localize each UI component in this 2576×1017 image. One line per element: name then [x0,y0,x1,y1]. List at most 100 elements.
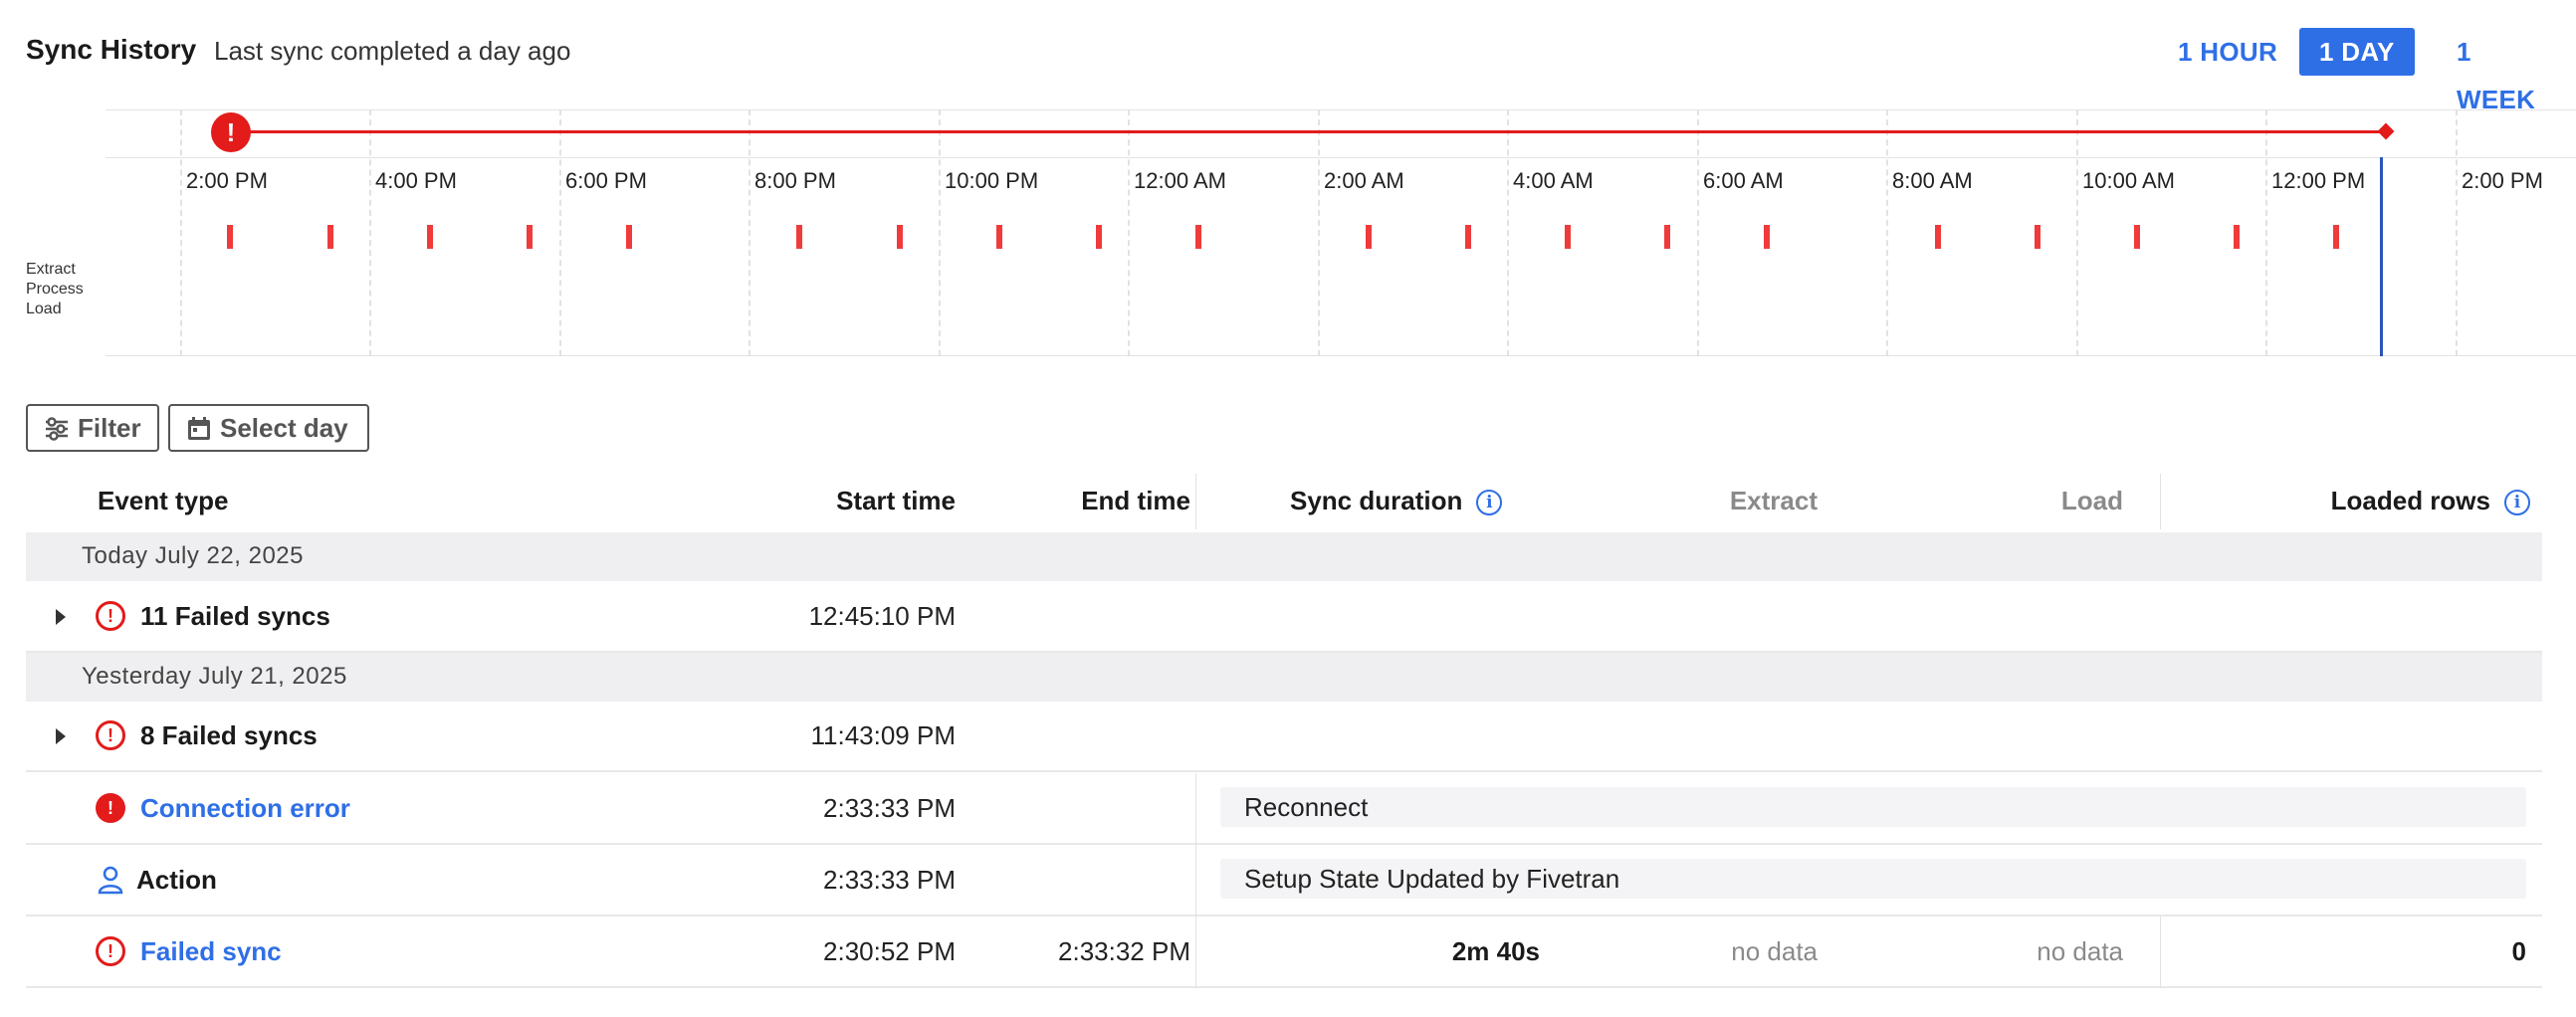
time-tick-label: 10:00 AM [2082,168,2175,193]
timeline-gridline [1886,109,1888,356]
lane-label-extract: Extract [26,261,76,278]
failed-sync-marker[interactable] [897,225,903,249]
error-outline-icon: ! [96,720,125,750]
timeline-gridline [1318,109,1320,356]
column-divider [1195,916,1196,988]
col-header-sync-duration-label: Sync duration [1290,486,1463,515]
col-header-loaded-rows[interactable]: Loaded rows i [2331,486,2530,516]
connection-error-link[interactable]: Connection error [140,793,350,824]
failed-sync-marker[interactable] [2134,225,2140,249]
failed-sync-marker[interactable] [1096,225,1102,249]
table-row[interactable]: ! Failed sync 2:30:52 PM 2:33:32 PM 2m 4… [26,916,2542,988]
failed-sync-marker[interactable] [1366,225,1372,249]
event-type-cell: 8 Failed syncs [140,720,318,750]
failure-alert-icon[interactable]: ! [211,112,251,152]
failed-sync-marker[interactable] [2333,225,2339,249]
failed-sync-marker[interactable] [2035,225,2040,249]
error-outline-icon: ! [96,936,125,966]
current-time-line [2380,157,2383,356]
failed-sync-marker[interactable] [1465,225,1471,249]
table-row[interactable]: Action 2:33:33 PM Setup State Updated by… [26,845,2542,916]
table-row[interactable]: ! 11 Failed syncs 12:45:10 PM [26,581,2542,653]
error-outline-icon: ! [96,601,125,631]
column-divider [1195,773,1196,845]
column-divider [1195,474,1196,529]
col-header-start-time[interactable]: Start time [836,486,956,516]
lane-label-process: Process [26,281,84,298]
error-filled-icon: ! [96,793,125,823]
event-type-cell: Action [136,865,217,895]
table-header: Event type Start time End time Sync dura… [26,474,2542,529]
time-tick-label: 2:00 PM [186,168,268,193]
filter-button-label: Filter [78,413,141,443]
col-header-sync-duration[interactable]: Sync duration i [1290,486,1503,516]
timeline-gridline [939,109,941,356]
failed-sync-marker[interactable] [327,225,333,249]
timeline-gridline [1128,109,1130,356]
col-header-loaded-rows-label: Loaded rows [2330,486,2490,515]
loaded-rows-info-icon[interactable]: i [2504,490,2530,516]
expand-caret-icon[interactable] [56,728,66,744]
failed-sync-marker[interactable] [427,225,433,249]
range-1-day-button[interactable]: 1 DAY [2299,28,2415,76]
select-day-button-label: Select day [220,413,348,443]
timeline-gridline [2076,109,2078,356]
col-header-end-time[interactable]: End time [1081,486,1190,516]
load-cell: no data [2037,936,2123,966]
failed-sync-marker[interactable] [1764,225,1770,249]
timeline-gridline [1507,109,1509,356]
select-day-button[interactable]: Select day [168,404,369,452]
date-group-label: Today July 22, 2025 [82,542,304,569]
timeline-gridline [1697,109,1699,356]
lane-label-load: Load [26,301,62,317]
col-header-extract: Extract [1729,486,1818,515]
user-icon [98,866,123,895]
last-sync-status: Last sync completed a day ago [214,36,571,66]
col-header-event-type[interactable]: Event type [98,486,229,516]
start-time-cell: 2:30:52 PM [823,936,956,966]
time-tick-label: 4:00 AM [1513,168,1594,193]
failed-sync-link[interactable]: Failed sync [140,936,282,967]
date-group-header: Yesterday July 21, 2025 [26,653,2542,702]
time-tick-label: 8:00 AM [1892,168,1973,193]
start-time-cell: 11:43:09 PM [810,720,956,750]
failed-sync-marker[interactable] [1935,225,1941,249]
start-time-cell: 2:33:33 PM [823,793,956,823]
column-divider [1195,845,1196,916]
timeline-gridline [369,109,371,356]
failure-range-end-marker [2377,122,2395,140]
failed-sync-marker[interactable] [626,225,632,249]
date-group-label: Yesterday July 21, 2025 [82,663,347,690]
time-tick-label: 10:00 PM [945,168,1039,193]
time-tick-label: 12:00 AM [1134,168,1226,193]
sync-duration-info-icon[interactable]: i [1476,490,1503,516]
loaded-rows-cell: 0 [2511,936,2526,966]
event-message: Setup State Updated by Fivetran [1220,859,2526,899]
range-1-hour-button[interactable]: 1 HOUR [2158,28,2297,76]
timeline-gridline [2265,109,2267,356]
sync-timeline: ! 2:00 PM 4:00 PM 6:00 PM 8:00 PM 10:00 … [0,109,2576,356]
failed-sync-marker[interactable] [527,225,533,249]
timeline-gridline [559,109,561,356]
table-row[interactable]: ! Connection error 2:33:33 PM Reconnect [26,773,2542,845]
filter-button[interactable]: Filter [26,404,159,452]
header: Sync History Last sync completed a day a… [26,28,2555,114]
failed-sync-marker[interactable] [1195,225,1201,249]
table-row[interactable]: ! 8 Failed syncs 11:43:09 PM [26,701,2542,772]
failed-sync-marker[interactable] [227,225,233,249]
event-message: Reconnect [1220,787,2526,827]
range-1-week-button[interactable]: 1 WEEK [2437,28,2555,114]
expand-caret-icon[interactable] [56,609,66,625]
time-tick-label: 6:00 AM [1703,168,1784,193]
timeline-gridline [749,109,751,356]
timeline-gridline [2456,109,2458,356]
failed-sync-marker[interactable] [1565,225,1571,249]
time-tick-label: 2:00 PM [2462,168,2543,193]
failed-sync-marker[interactable] [796,225,802,249]
failed-sync-marker[interactable] [996,225,1002,249]
timeline-top-border [106,109,2576,110]
failed-sync-marker[interactable] [1664,225,1670,249]
date-group-header: Today July 22, 2025 [26,532,2542,581]
calendar-icon [188,417,210,440]
failed-sync-marker[interactable] [2234,225,2240,249]
